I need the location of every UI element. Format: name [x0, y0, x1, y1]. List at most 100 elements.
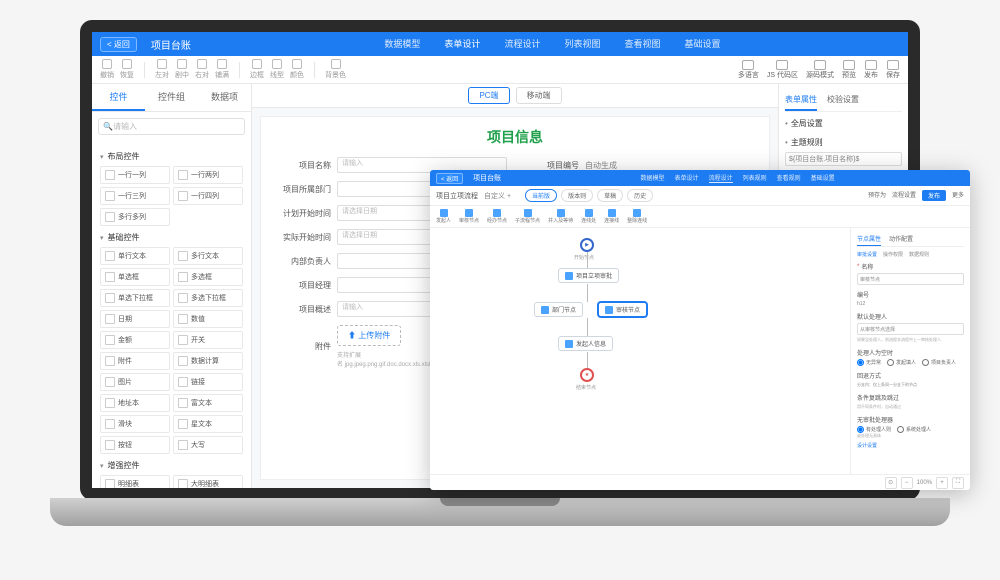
- bgcolor-button[interactable]: 背景色: [325, 59, 346, 80]
- palette-item[interactable]: 地址本: [100, 394, 170, 412]
- version-tab-history[interactable]: 历史: [627, 189, 653, 202]
- flow-tab-2[interactable]: 流程设计: [709, 173, 733, 183]
- palette-item[interactable]: 链接: [173, 373, 243, 391]
- prop-tab-validation[interactable]: 校验设置: [827, 90, 859, 111]
- palette-group-title[interactable]: 增强控件: [100, 460, 243, 471]
- device-tab-mobile[interactable]: 移动端: [516, 87, 562, 104]
- flow-tab-4[interactable]: 查看规则: [777, 173, 801, 183]
- flow-tool[interactable]: 子流程节点: [515, 209, 540, 224]
- border-button[interactable]: 边框: [250, 59, 264, 80]
- js-code-button[interactable]: JS 代码区: [767, 60, 798, 80]
- device-tab-pc[interactable]: PC端: [468, 87, 509, 104]
- flow-tool[interactable]: 并入及等待: [548, 209, 573, 224]
- zoom-out-button[interactable]: −: [901, 477, 913, 489]
- line-style-button[interactable]: 线型: [270, 59, 284, 80]
- align-right-button[interactable]: 右对: [195, 59, 209, 80]
- publish-button[interactable]: 发布: [864, 60, 878, 80]
- palette-item[interactable]: 一行三列: [100, 187, 170, 205]
- tab-flow-design[interactable]: 流程设计: [500, 31, 544, 58]
- flow-subtab-perm[interactable]: 操作权限: [883, 251, 903, 258]
- start-node[interactable]: ▶: [580, 238, 594, 252]
- flow-more-button[interactable]: 更多: [952, 190, 964, 201]
- flow-prop-tab-node[interactable]: 节点属性: [857, 232, 881, 246]
- version-tab-draft[interactable]: 草稿: [597, 189, 623, 202]
- theme-rule-input[interactable]: [785, 152, 902, 166]
- tab-data-model[interactable]: 数据模型: [380, 31, 424, 58]
- fullscreen-button[interactable]: ⛶: [952, 477, 964, 489]
- palette-item[interactable]: 富文本: [173, 394, 243, 412]
- zoom-in-button[interactable]: +: [936, 477, 948, 489]
- flow-tool[interactable]: 连接线: [604, 209, 619, 224]
- palette-item[interactable]: 滑块: [100, 415, 170, 433]
- palette-item[interactable]: 开关: [173, 331, 243, 349]
- flow-prop-tab-action[interactable]: 动作配置: [889, 232, 913, 246]
- form-title[interactable]: 项目信息: [275, 127, 755, 147]
- palette-item[interactable]: 日期: [100, 310, 170, 328]
- save-button[interactable]: 保存: [886, 60, 900, 80]
- palette-item[interactable]: 多行多列: [100, 208, 170, 226]
- i18n-button[interactable]: 多语言: [738, 60, 759, 80]
- undo-button[interactable]: 撤销: [100, 59, 114, 80]
- palette-item[interactable]: 附件: [100, 352, 170, 370]
- palette-group-title[interactable]: 布局控件: [100, 151, 243, 162]
- align-left-button[interactable]: 左对: [155, 59, 169, 80]
- flow-tab-1[interactable]: 表单设计: [675, 173, 699, 183]
- version-tab-current[interactable]: 当前版: [525, 189, 557, 202]
- flow-tool[interactable]: 连线处: [581, 209, 596, 224]
- flow-back-button[interactable]: < 返回: [436, 173, 463, 184]
- palette-tab-controls[interactable]: 控件: [92, 84, 145, 111]
- palette-item[interactable]: 金额: [100, 331, 170, 349]
- align-center-button[interactable]: 剧中: [175, 59, 189, 80]
- node-review[interactable]: 审核节点: [598, 302, 647, 317]
- palette-item[interactable]: 明细表: [100, 475, 170, 488]
- palette-item[interactable]: 一行两列: [173, 166, 243, 184]
- no-handler-radio[interactable]: 有处理人则 系统处理人: [857, 426, 964, 433]
- end-node[interactable]: ★: [580, 368, 594, 382]
- global-settings-section[interactable]: 全局设置: [785, 118, 902, 129]
- palette-item[interactable]: 单选框: [100, 268, 170, 286]
- palette-item[interactable]: 一行一列: [100, 166, 170, 184]
- tab-basic-settings[interactable]: 基础设置: [680, 31, 724, 58]
- palette-search[interactable]: 🔍 请输入: [98, 118, 245, 135]
- tab-detail-view[interactable]: 查看视图: [620, 31, 664, 58]
- palette-tab-groups[interactable]: 控件组: [145, 84, 198, 111]
- flow-subtab-approve[interactable]: 审批设置: [857, 251, 877, 258]
- palette-item[interactable]: 多选框: [173, 268, 243, 286]
- design-settings-link[interactable]: 设计设置: [857, 442, 964, 449]
- palette-group-title[interactable]: 基础控件: [100, 232, 243, 243]
- flow-publish-button[interactable]: 发布: [922, 190, 946, 201]
- flow-settings-button[interactable]: 流程设置: [892, 190, 916, 201]
- back-button[interactable]: < 返回: [100, 37, 137, 52]
- palette-item[interactable]: 大写: [173, 436, 243, 454]
- palette-item[interactable]: 大明细表: [173, 475, 243, 488]
- palette-item[interactable]: 单选下拉框: [100, 289, 170, 307]
- palette-item[interactable]: 图片: [100, 373, 170, 391]
- zoom-reset-button[interactable]: ⊙: [885, 477, 897, 489]
- flow-subtab-data[interactable]: 数据规则: [909, 251, 929, 258]
- preview-button[interactable]: 预览: [842, 60, 856, 80]
- palette-item[interactable]: 按钮: [100, 436, 170, 454]
- palette-item[interactable]: 数据计算: [173, 352, 243, 370]
- flow-tool[interactable]: 经办节点: [487, 209, 507, 224]
- flow-tab-3[interactable]: 列表规则: [743, 173, 767, 183]
- source-mode-button[interactable]: 源码模式: [806, 60, 834, 80]
- tab-form-design[interactable]: 表单设计: [440, 31, 484, 58]
- palette-tab-data[interactable]: 数据项: [198, 84, 251, 111]
- empty-handler-radio[interactable]: 无异常 发起填人 项目负责人: [857, 359, 964, 366]
- node-approval[interactable]: 项目立项审批: [558, 268, 619, 283]
- palette-item[interactable]: 多行文本: [173, 247, 243, 265]
- breadcrumb[interactable]: 项目立项流程: [436, 191, 478, 201]
- default-handler-input[interactable]: [857, 323, 964, 335]
- flow-tool[interactable]: 发起人: [436, 209, 451, 224]
- version-tab-rule[interactable]: 版本则: [561, 189, 593, 202]
- theme-rule-section[interactable]: 主题规则: [785, 137, 902, 148]
- flow-tab-0[interactable]: 数据模型: [641, 173, 665, 183]
- palette-item[interactable]: 数值: [173, 310, 243, 328]
- node-dept[interactable]: 部门节点: [534, 302, 583, 317]
- palette-item[interactable]: 单行文本: [100, 247, 170, 265]
- add-custom-button[interactable]: 自定义 +: [484, 191, 511, 201]
- flow-tool[interactable]: 整除连线: [627, 209, 647, 224]
- palette-item[interactable]: 星文本: [173, 415, 243, 433]
- node-name-input[interactable]: [857, 273, 964, 285]
- color-button[interactable]: 颜色: [290, 59, 304, 80]
